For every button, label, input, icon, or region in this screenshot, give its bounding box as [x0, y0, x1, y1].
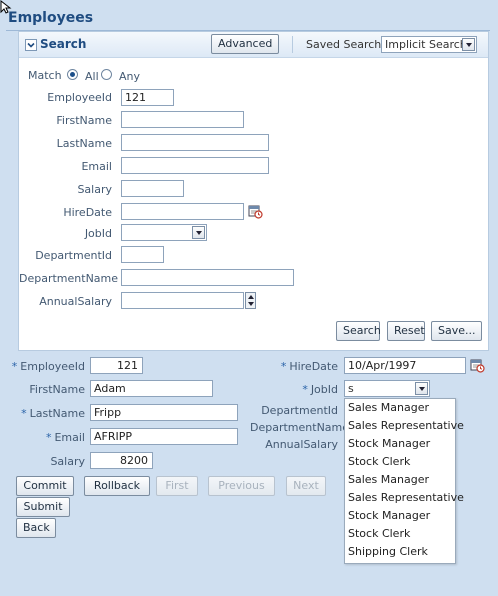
rollback-button[interactable]: Rollback [84, 476, 150, 496]
job-id-select[interactable]: s [344, 380, 430, 397]
search-email-input[interactable] [121, 157, 269, 174]
search-annual-salary-label: AnnualSalary [39, 295, 112, 308]
employee-id-input[interactable]: 121 [90, 357, 143, 374]
chevron-down-icon[interactable] [192, 226, 205, 239]
first-button[interactable]: First [156, 476, 198, 496]
email-label: * Email [0, 431, 85, 444]
page-title: Employees [8, 10, 94, 26]
search-panel: Search Advanced Saved Search Implicit Se… [18, 31, 489, 351]
job-option[interactable]: Sales Representative [348, 489, 464, 507]
job-id-label: * JobId [250, 383, 338, 396]
match-any-label: Any [119, 70, 141, 83]
commit-button[interactable]: Commit [16, 476, 74, 496]
job-option[interactable]: Stock Manager [348, 507, 430, 525]
chevron-down-icon[interactable] [462, 38, 475, 51]
job-option[interactable]: Stock Manager [348, 435, 430, 453]
first-name-input[interactable]: Adam [90, 380, 213, 397]
job-id-dropdown-list: Sales Manager Sales Representative Stock… [344, 398, 464, 564]
chevron-down-icon[interactable] [415, 382, 428, 395]
email-label-text: Email [54, 431, 85, 444]
last-name-label-text: LastName [29, 407, 85, 420]
job-option[interactable]: Sales Representative [348, 417, 464, 435]
next-button[interactable]: Next [286, 476, 326, 496]
department-name-label: DepartmentName [250, 421, 350, 434]
last-name-input[interactable]: Fripp [90, 404, 238, 421]
search-first-name-label: FirstName [56, 114, 112, 127]
calendar-icon[interactable] [248, 204, 263, 219]
search-title: Search [40, 37, 87, 51]
job-id-label-text: JobId [310, 383, 338, 396]
job-option[interactable]: Stock Clerk [348, 453, 410, 471]
search-job-id-label: JobId [84, 227, 112, 240]
job-option[interactable]: Sales Manager [348, 471, 429, 489]
department-id-label: DepartmentId [261, 404, 338, 417]
advanced-button[interactable]: Advanced [211, 34, 279, 54]
employee-id-label: * EmployeeId [0, 360, 85, 373]
hire-date-input[interactable]: 10/Apr/1997 [344, 357, 466, 374]
salary-input[interactable]: 8200 [90, 452, 153, 469]
job-option[interactable]: Stock Clerk [348, 525, 410, 543]
required-marker: * [21, 407, 27, 420]
saved-search-value: Implicit Search [385, 38, 467, 51]
search-salary-label: Salary [77, 183, 112, 196]
submit-button[interactable]: Submit [16, 497, 70, 517]
search-department-id-label: DepartmentId [35, 249, 112, 262]
chevron-down-icon [27, 42, 35, 48]
email-input[interactable]: AFRIPP [90, 428, 238, 445]
annual-salary-label: AnnualSalary [265, 438, 338, 451]
search-hire-date-label: HireDate [63, 206, 112, 219]
saved-search-label: Saved Search [306, 38, 382, 51]
hire-date-label: * HireDate [250, 360, 338, 373]
previous-button[interactable]: Previous [208, 476, 275, 496]
match-any-radio[interactable] [101, 69, 112, 80]
search-last-name-label: LastName [56, 137, 112, 150]
required-marker: * [11, 360, 18, 373]
spinner-icon[interactable] [245, 292, 256, 309]
search-button[interactable]: Search [336, 321, 381, 341]
search-employee-id-label: EmployeeId [47, 91, 112, 104]
search-department-name-input[interactable] [121, 269, 294, 286]
job-id-value: s [348, 382, 354, 395]
saved-search-select[interactable]: Implicit Search [381, 36, 477, 53]
required-marker: * [302, 383, 308, 396]
job-option[interactable]: Sales Manager [348, 399, 429, 417]
search-hire-date-input[interactable] [121, 203, 244, 220]
match-label: Match [28, 69, 62, 82]
toolbar-separator [292, 36, 293, 53]
hire-date-label-text: HireDate [289, 360, 338, 373]
last-name-label: * LastName [0, 407, 85, 420]
search-first-name-input[interactable] [121, 111, 244, 128]
save-search-button[interactable]: Save... [431, 321, 482, 341]
search-email-label: Email [81, 160, 112, 173]
salary-label: Salary [50, 455, 85, 468]
reset-button[interactable]: Reset [387, 321, 425, 341]
calendar-icon[interactable] [470, 358, 485, 373]
search-salary-input[interactable] [121, 180, 184, 197]
match-all-radio[interactable] [67, 69, 78, 80]
search-department-id-input[interactable] [121, 246, 164, 263]
search-last-name-input[interactable] [121, 134, 269, 151]
search-employee-id-input[interactable]: 121 [121, 89, 174, 106]
employee-id-label-text: EmployeeId [20, 360, 85, 373]
disclose-toggle[interactable] [25, 39, 37, 51]
search-department-name-label: DepartmentName [19, 272, 119, 285]
first-name-label: FirstName [29, 383, 85, 396]
required-marker: * [45, 431, 52, 444]
back-button[interactable]: Back [16, 518, 56, 538]
match-all-label: All [85, 70, 99, 83]
search-header: Search Advanced Saved Search Implicit Se… [19, 32, 488, 58]
job-option[interactable]: Shipping Clerk [348, 543, 428, 561]
required-marker: * [280, 360, 287, 373]
search-job-id-select[interactable] [121, 224, 207, 241]
search-annual-salary-input[interactable] [121, 292, 244, 309]
